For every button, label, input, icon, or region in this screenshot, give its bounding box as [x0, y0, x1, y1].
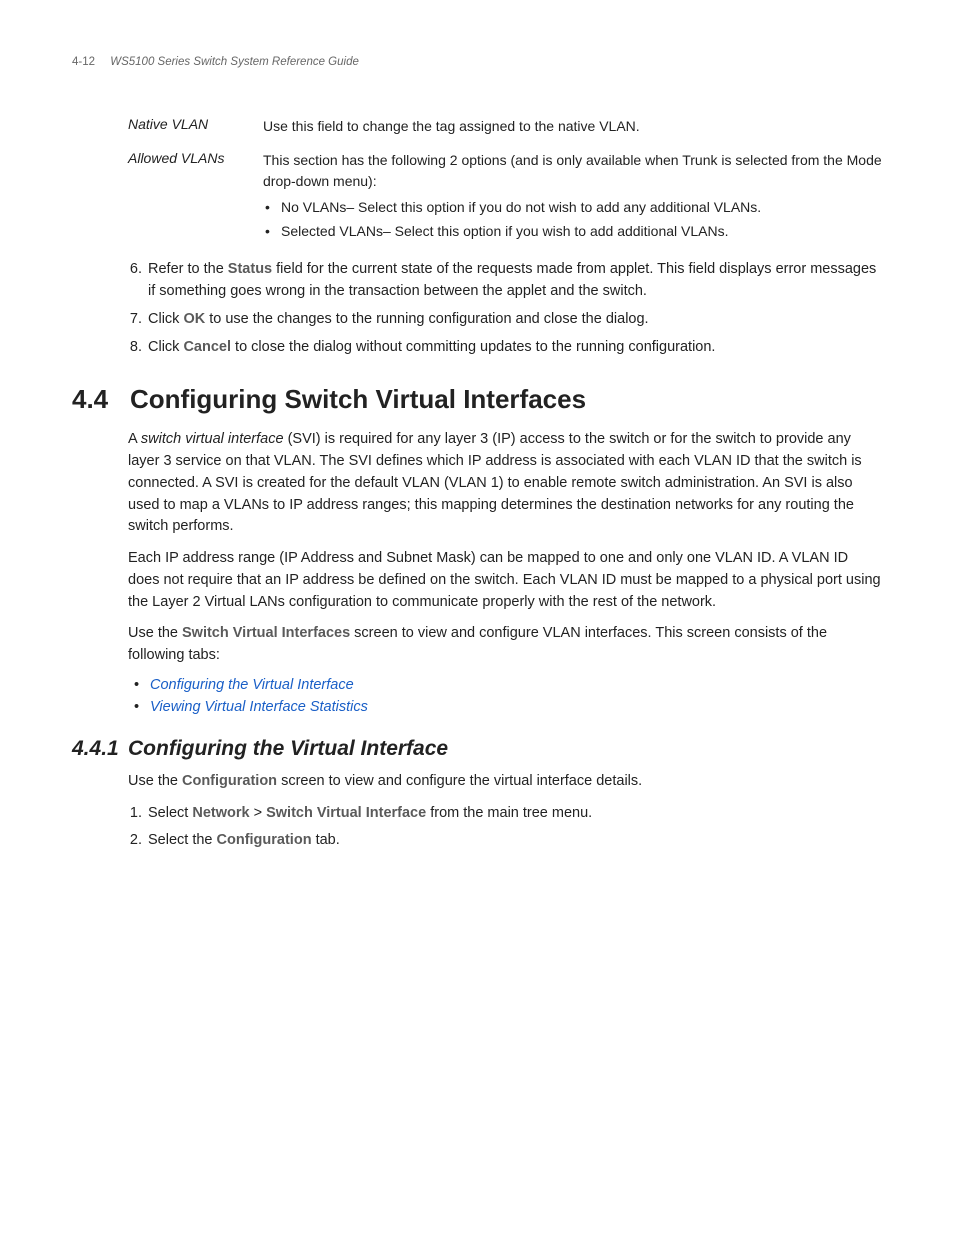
definition-desc-text: This section has the following 2 options… — [263, 152, 882, 188]
para-bold: Configuration — [182, 773, 277, 789]
step-bold: Configuration — [217, 832, 312, 848]
para-text: Use the — [128, 625, 182, 641]
para-text: A — [128, 431, 141, 447]
bullet-item: Selected VLANs– Select this option if yo… — [263, 221, 882, 241]
step-bold: Switch Virtual Interface — [266, 805, 426, 821]
numbered-steps: Refer to the Status field for the curren… — [128, 259, 882, 358]
step-text: to close the dialog without committing u… — [231, 339, 715, 355]
page-number: 4-12 — [72, 56, 95, 68]
section-heading: 4.4Configuring Switch Virtual Interfaces — [72, 384, 882, 415]
definition-table: Native VLAN Use this field to change the… — [128, 116, 882, 245]
step-item: Select Network > Switch Virtual Interfac… — [146, 803, 882, 825]
step-text: to use the changes to the running config… — [205, 311, 648, 327]
page-header: 4-12 WS5100 Series Switch System Referen… — [72, 56, 882, 68]
step-bold: Cancel — [183, 339, 231, 355]
numbered-steps: Select Network > Switch Virtual Interfac… — [128, 803, 882, 853]
para-text: screen to view and configure the virtual… — [277, 773, 642, 789]
page: 4-12 WS5100 Series Switch System Referen… — [0, 0, 954, 930]
body-paragraph: Use the Switch Virtual Interfaces screen… — [128, 623, 882, 667]
cross-reference-link[interactable]: Viewing Virtual Interface Statistics — [150, 699, 368, 715]
definition-desc: This section has the following 2 options… — [263, 150, 882, 245]
step-text: from the main tree menu. — [426, 805, 592, 821]
subsection-number: 4.4.1 — [72, 737, 128, 761]
definition-row: Allowed VLANs This section has the follo… — [128, 150, 882, 245]
link-list: Configuring the Virtual Interface Viewin… — [128, 677, 882, 715]
definition-bullets: No VLANs– Select this option if you do n… — [263, 197, 882, 242]
cross-reference-link[interactable]: Configuring the Virtual Interface — [150, 677, 354, 693]
subsection-heading: 4.4.1Configuring the Virtual Interface — [72, 737, 882, 761]
subsection-title: Configuring the Virtual Interface — [128, 737, 448, 760]
step-text: Select the — [148, 832, 217, 848]
section-title: Configuring Switch Virtual Interfaces — [130, 384, 586, 414]
step-text: tab. — [312, 832, 340, 848]
step-item: Click Cancel to close the dialog without… — [146, 337, 882, 359]
step-bold: Status — [228, 261, 272, 277]
bullet-item: No VLANs– Select this option if you do n… — [263, 197, 882, 217]
para-bold: Switch Virtual Interfaces — [182, 625, 350, 641]
body-paragraph: Each IP address range (IP Address and Su… — [128, 548, 882, 613]
step-bold: OK — [183, 311, 205, 327]
step-text: Click — [148, 311, 183, 327]
step-text: Refer to the — [148, 261, 228, 277]
doc-title: WS5100 Series Switch System Reference Gu… — [110, 56, 359, 68]
definition-term: Allowed VLANs — [128, 150, 263, 245]
definition-row: Native VLAN Use this field to change the… — [128, 116, 882, 136]
step-item: Click OK to use the changes to the runni… — [146, 309, 882, 331]
step-text: > — [250, 805, 267, 821]
step-text: Click — [148, 339, 183, 355]
body-paragraph: A switch virtual interface (SVI) is requ… — [128, 429, 882, 538]
link-item: Viewing Virtual Interface Statistics — [128, 699, 882, 715]
para-italic: switch virtual interface — [141, 431, 284, 447]
link-item: Configuring the Virtual Interface — [128, 677, 882, 693]
step-item: Select the Configuration tab. — [146, 830, 882, 852]
step-bold: Network — [192, 805, 249, 821]
section-number: 4.4 — [72, 384, 130, 415]
definition-term: Native VLAN — [128, 116, 263, 136]
step-text: Select — [148, 805, 192, 821]
para-text: Use the — [128, 773, 182, 789]
definition-desc: Use this field to change the tag assigne… — [263, 116, 882, 136]
body-paragraph: Use the Configuration screen to view and… — [128, 771, 882, 793]
step-item: Refer to the Status field for the curren… — [146, 259, 882, 303]
